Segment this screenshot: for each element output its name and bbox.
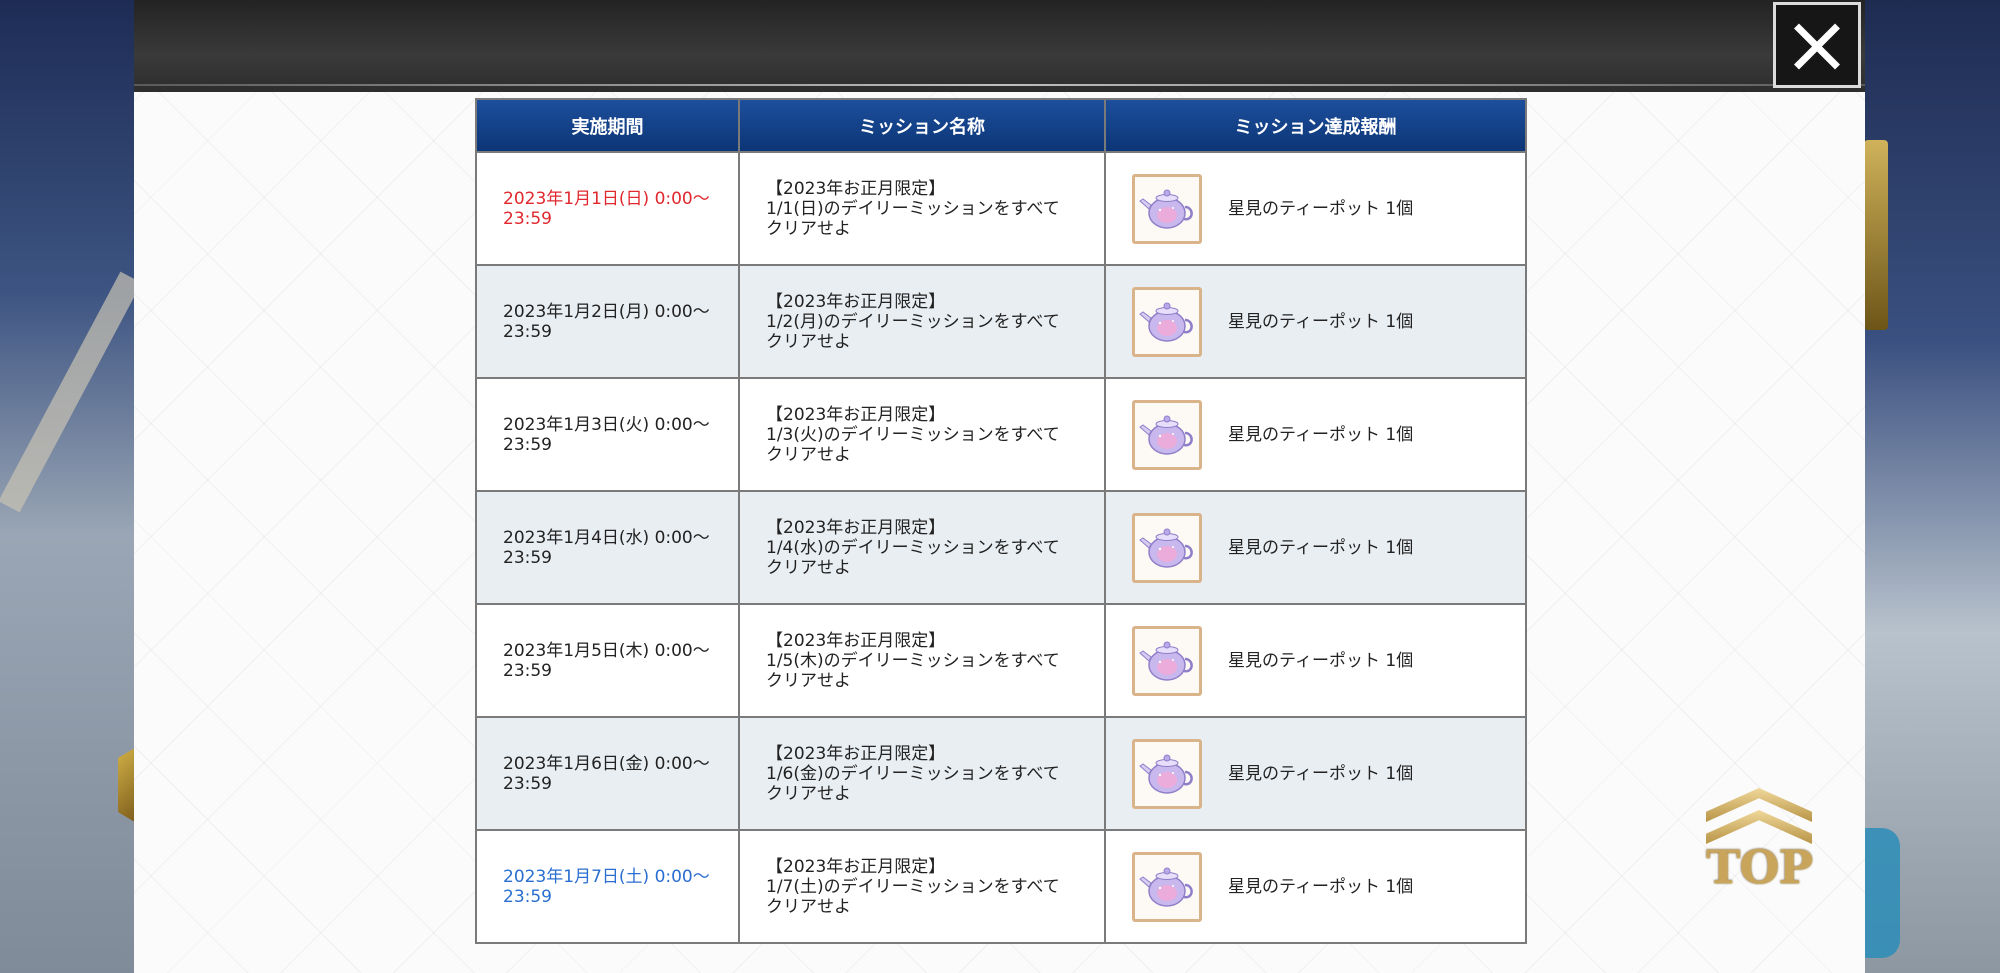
mission-tag: 【2023年お正月限定】 xyxy=(766,517,946,538)
period-cell: 2023年1月2日(月) 0:00～ 23:59 xyxy=(475,264,740,379)
teapot-icon xyxy=(1139,754,1193,794)
background-ornament xyxy=(1864,140,1888,330)
period-start: 2023年1月2日(月) 0:00～ xyxy=(503,301,710,322)
mission-description-cont: クリアせよ xyxy=(766,783,851,804)
mission-name-cell: 【2023年お正月限定】 1/4(水)のデイリーミッションをすべて クリアせよ xyxy=(738,490,1106,605)
mission-description-cont: クリアせよ xyxy=(766,444,851,465)
table-row: 2023年1月4日(水) 0:00～ 23:59 【2023年お正月限定】 1/… xyxy=(475,490,1527,605)
table-row: 2023年1月6日(金) 0:00～ 23:59 【2023年お正月限定】 1/… xyxy=(475,716,1527,831)
reward-name: 星見のティーポット 1個 xyxy=(1228,537,1414,558)
reward-name: 星見のティーポット 1個 xyxy=(1228,650,1414,671)
period-cell: 2023年1月7日(土) 0:00～ 23:59 xyxy=(475,829,740,944)
mission-description-cont: クリアせよ xyxy=(766,331,851,352)
period-cell: 2023年1月1日(日) 0:00～ 23:59 xyxy=(475,151,740,266)
mission-name-cell: 【2023年お正月限定】 1/5(木)のデイリーミッションをすべて クリアせよ xyxy=(738,603,1106,718)
mission-name-cell: 【2023年お正月限定】 1/2(月)のデイリーミッションをすべて クリアせよ xyxy=(738,264,1106,379)
mission-description: 1/4(水)のデイリーミッションをすべて xyxy=(766,537,1060,558)
reward-item-frame xyxy=(1132,173,1202,244)
period-start: 2023年1月3日(火) 0:00～ xyxy=(503,414,710,435)
mission-description-cont: クリアせよ xyxy=(766,670,851,691)
reward-name: 星見のティーポット 1個 xyxy=(1228,424,1414,445)
mission-description: 1/7(土)のデイリーミッションをすべて xyxy=(766,876,1060,897)
mission-description: 1/1(日)のデイリーミッションをすべて xyxy=(766,198,1060,219)
table-row: 2023年1月3日(火) 0:00～ 23:59 【2023年お正月限定】 1/… xyxy=(475,377,1527,492)
column-header-mission-name: ミッション名称 xyxy=(738,98,1106,153)
mission-tag: 【2023年お正月限定】 xyxy=(766,404,946,425)
reward-item-frame xyxy=(1132,512,1202,583)
period-cell: 2023年1月3日(火) 0:00～ 23:59 xyxy=(475,377,740,492)
mission-name-cell: 【2023年お正月限定】 1/6(金)のデイリーミッションをすべて クリアせよ xyxy=(738,716,1106,831)
teapot-icon xyxy=(1139,641,1193,681)
period-start: 2023年1月4日(水) 0:00～ xyxy=(503,527,710,548)
reward-item-frame xyxy=(1132,738,1202,809)
period-cell: 2023年1月4日(水) 0:00～ 23:59 xyxy=(475,490,740,605)
modal-header-bar xyxy=(134,0,1865,92)
reward-item-frame xyxy=(1132,399,1202,470)
reward-name: 星見のティーポット 1個 xyxy=(1228,876,1414,897)
mission-schedule-table: 実施期間 ミッション名称 ミッション達成報酬 2023年1月1日(日) 0:00… xyxy=(475,98,1527,944)
period-end: 23:59 xyxy=(503,547,552,568)
period-start: 2023年1月5日(木) 0:00～ xyxy=(503,640,710,661)
reward-name: 星見のティーポット 1個 xyxy=(1228,311,1414,332)
mission-name-cell: 【2023年お正月限定】 1/1(日)のデイリーミッションをすべて クリアせよ xyxy=(738,151,1106,266)
teapot-icon xyxy=(1139,302,1193,342)
reward-cell: 星見のティーポット 1個 xyxy=(1104,603,1527,718)
period-end: 23:59 xyxy=(503,773,552,794)
period-cell: 2023年1月5日(木) 0:00～ 23:59 xyxy=(475,603,740,718)
mission-tag: 【2023年お正月限定】 xyxy=(766,178,946,199)
reward-item-frame xyxy=(1132,286,1202,357)
mission-tag: 【2023年お正月限定】 xyxy=(766,743,946,764)
period-end: 23:59 xyxy=(503,886,552,907)
reward-cell: 星見のティーポット 1個 xyxy=(1104,490,1527,605)
mission-description: 1/5(木)のデイリーミッションをすべて xyxy=(766,650,1060,671)
mission-description-cont: クリアせよ xyxy=(766,557,851,578)
reward-item-frame xyxy=(1132,625,1202,696)
period-end: 23:59 xyxy=(503,660,552,681)
reward-name: 星見のティーポット 1個 xyxy=(1228,763,1414,784)
reward-name: 星見のティーポット 1個 xyxy=(1228,198,1414,219)
mission-tag: 【2023年お正月限定】 xyxy=(766,291,946,312)
mission-tag: 【2023年お正月限定】 xyxy=(766,630,946,651)
mission-name-cell: 【2023年お正月限定】 1/7(土)のデイリーミッションをすべて クリアせよ xyxy=(738,829,1106,944)
reward-cell: 星見のティーポット 1個 xyxy=(1104,151,1527,266)
teapot-icon xyxy=(1139,415,1193,455)
reward-cell: 星見のティーポット 1個 xyxy=(1104,829,1527,944)
mission-description: 1/6(金)のデイリーミッションをすべて xyxy=(766,763,1060,784)
period-start: 2023年1月1日(日) 0:00～ xyxy=(503,188,710,209)
teapot-icon xyxy=(1139,528,1193,568)
close-button[interactable] xyxy=(1773,2,1861,88)
background-left xyxy=(0,0,142,973)
period-start: 2023年1月6日(金) 0:00～ xyxy=(503,753,710,774)
top-button-label: TOP xyxy=(1706,840,1813,894)
period-start: 2023年1月7日(土) 0:00～ xyxy=(503,866,710,887)
mission-description: 1/3(火)のデイリーミッションをすべて xyxy=(766,424,1060,445)
table-row: 2023年1月5日(木) 0:00～ 23:59 【2023年お正月限定】 1/… xyxy=(475,603,1527,718)
column-header-period: 実施期間 xyxy=(475,98,740,153)
period-end: 23:59 xyxy=(503,434,552,455)
background-decoration xyxy=(0,271,142,513)
column-header-reward: ミッション達成報酬 xyxy=(1104,98,1527,153)
table-row: 2023年1月2日(月) 0:00～ 23:59 【2023年お正月限定】 1/… xyxy=(475,264,1527,379)
mission-description-cont: クリアせよ xyxy=(766,218,851,239)
reward-cell: 星見のティーポット 1個 xyxy=(1104,716,1527,831)
mission-description-cont: クリアせよ xyxy=(766,896,851,917)
period-end: 23:59 xyxy=(503,208,552,229)
teapot-icon xyxy=(1139,189,1193,229)
reward-cell: 星見のティーポット 1個 xyxy=(1104,377,1527,492)
table-row: 2023年1月7日(土) 0:00～ 23:59 【2023年お正月限定】 1/… xyxy=(475,829,1527,944)
scroll-to-top-button[interactable]: TOP xyxy=(1700,788,1818,904)
teapot-icon xyxy=(1139,867,1193,907)
mission-description: 1/2(月)のデイリーミッションをすべて xyxy=(766,311,1060,332)
table-row: 2023年1月1日(日) 0:00～ 23:59 【2023年お正月限定】 1/… xyxy=(475,151,1527,266)
table-header-row: 実施期間 ミッション名称 ミッション達成報酬 xyxy=(475,98,1527,153)
reward-item-frame xyxy=(1132,851,1202,922)
mission-name-cell: 【2023年お正月限定】 1/3(火)のデイリーミッションをすべて クリアせよ xyxy=(738,377,1106,492)
mission-tag: 【2023年お正月限定】 xyxy=(766,856,946,877)
reward-cell: 星見のティーポット 1個 xyxy=(1104,264,1527,379)
period-cell: 2023年1月6日(金) 0:00～ 23:59 xyxy=(475,716,740,831)
period-end: 23:59 xyxy=(503,321,552,342)
chevron-up-icon xyxy=(1706,810,1812,844)
